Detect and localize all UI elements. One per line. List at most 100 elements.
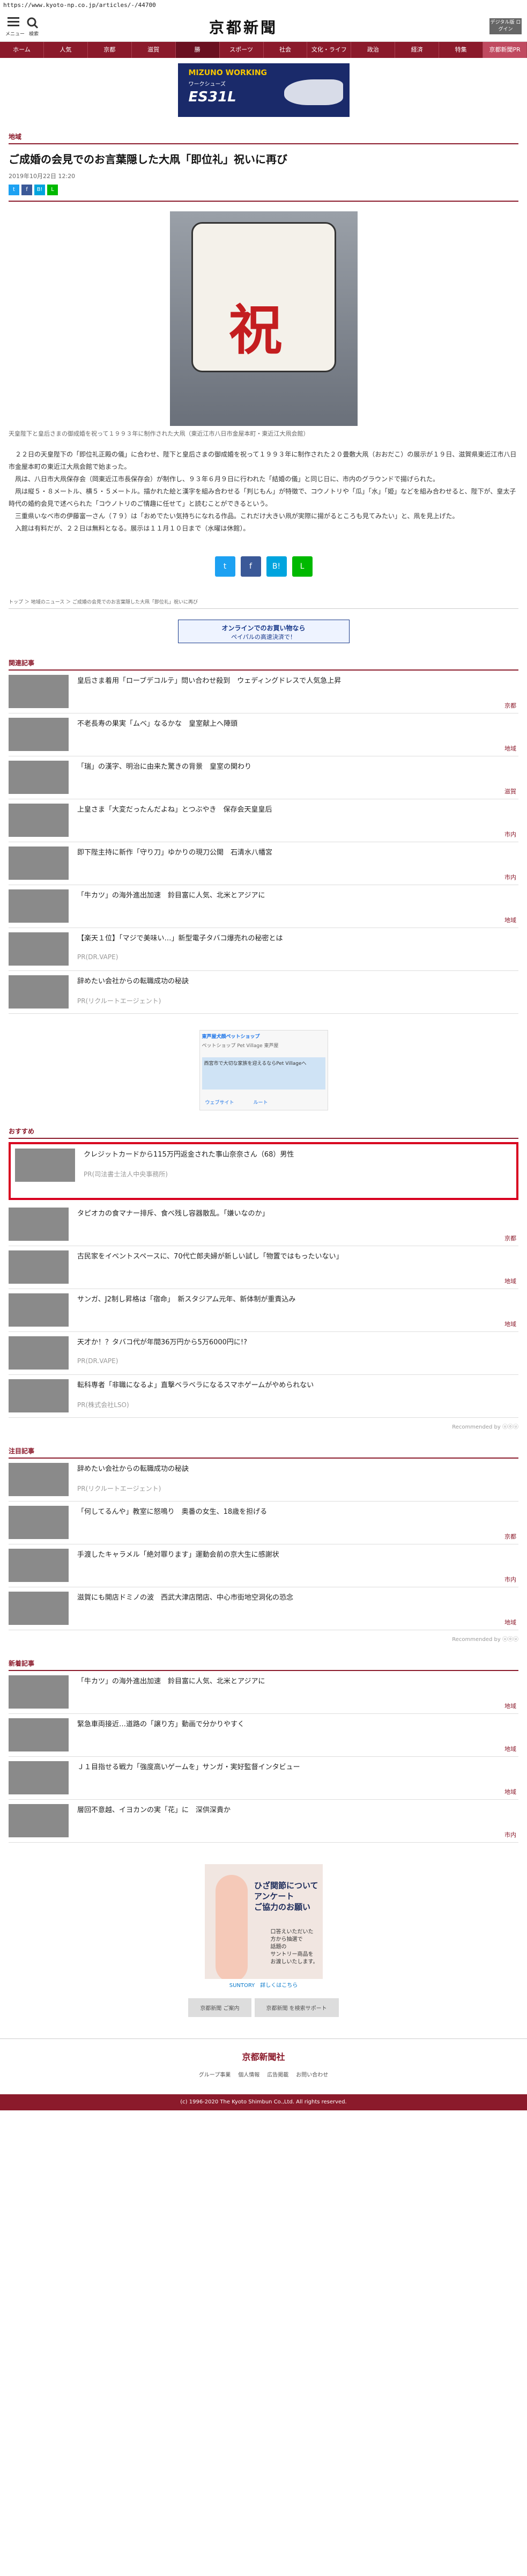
list-item[interactable]: 「何してるんや」教室に怒鳴り 奥番の女生、18歳を担げる 京都 — [9, 1502, 518, 1544]
list-item[interactable]: 天才か！？タバコ代が年間36万円から5万6000円に!? PR(DR.VAPE) — [9, 1332, 518, 1375]
facebook-icon[interactable]: f — [21, 185, 32, 195]
list-item-source: 地域 — [504, 1278, 516, 1285]
nav-item[interactable]: 経済 — [395, 42, 440, 58]
recommended-by: Recommended by ⓤⓞⓤ — [452, 1424, 518, 1430]
list-item-source: 滋賀 — [504, 788, 516, 795]
list-text: 転科専者「非職になるよ」直撃ベラベラになるスマホゲームがやめられない PR(株式会… — [77, 1379, 314, 1413]
list-item-title: 【楽天１位】「マジで美味い…」新型電子タバコ爆売れの秘密とは — [77, 934, 283, 943]
article-title: ご成婚の会見でのお言葉隠した大凧「即位礼」祝いに再び — [9, 153, 287, 166]
list-text: 皇后さま着用「ローブデコルテ」問い合わせ殺到 ウェディングドレスで人気急上昇 — [77, 675, 341, 709]
list-item[interactable]: 層回不意越、イヨカンの実「花」に 深供深貴か 市内 — [9, 1800, 518, 1843]
footer-link[interactable]: グループ事業 — [199, 2070, 231, 2078]
list-item[interactable]: 「瑞」の漢字、明治に由来た驚きの背景 皇室の関わり 滋賀 — [9, 756, 518, 799]
line-icon[interactable]: L — [47, 185, 58, 195]
support-button[interactable]: 京都新聞 を検索サポート — [254, 1998, 339, 2017]
nav-item[interactable]: 社会 — [264, 42, 308, 58]
nav-item[interactable]: 特集 — [439, 42, 484, 58]
list-item[interactable]: 転科専者「非職になるよ」直撃ベラベラになるスマホゲームがやめられない PR(株式会… — [9, 1375, 518, 1418]
twitter-icon[interactable]: t — [214, 556, 235, 577]
nav-item[interactable]: 京都新聞PR — [483, 42, 527, 58]
ad-suntory[interactable]: ひざ関節について アンケート ご協力のお願い 口答えいただいた 方から抽選で 話… — [204, 1864, 323, 1993]
list-item-title: 不老長寿の果実「ムベ」なるかな 皇室献上へ陣頭 — [77, 720, 238, 728]
footer-link[interactable]: 広告掲載 — [267, 2070, 288, 2078]
list-item[interactable]: クレジットカードから115万円返金された事山奈奈さん（68）男性 PR(司法書士法… — [9, 1142, 518, 1200]
list-text: 不老長寿の果実「ムベ」なるかな 皇室献上へ陣頭 — [77, 718, 237, 752]
list-item-title: Ｊ１目指せる戦力「強度高いゲームを」サンガ・実好監督インタビュー — [77, 1763, 300, 1771]
twitter-icon[interactable]: t — [9, 185, 19, 195]
list-item[interactable]: タピオカの食マナー排斥、食べ残し容器散乱。「嫌いなのか」 京都 — [9, 1203, 518, 1246]
list-item-source: 市内 — [504, 831, 516, 838]
hatena-icon[interactable]: B! — [266, 556, 287, 577]
digital-login-button[interactable]: デジタル版 ログイン — [489, 18, 522, 34]
list-item[interactable]: 【楽天１位】「マジで美味い…」新型電子タバコ爆売れの秘密とは PR(DR.VAPE… — [9, 928, 518, 971]
recommend-heading: おすすめ — [9, 1127, 518, 1139]
related-heading: 関連記事 — [9, 658, 518, 671]
thumbnail-image — [9, 847, 69, 880]
map-ad[interactable]: 東芦屋犬顔ペットショップ ペットショップ Pet Village 東芦屋 西宮市… — [199, 1030, 328, 1110]
article-paragraph: 凧は、八日市大凧保存会（岡東近江市長保存会）が制作し、９３年６月９日に行われた「… — [15, 475, 440, 483]
list-item[interactable]: 手渡したキャラメル「絶対罪ります」運動会前の京大生に感謝状 市内 — [9, 1544, 518, 1587]
list-item[interactable]: サンガ、J2制し昇格は「宿命」 新スタジアム元年、新体制が重責込み 地域 — [9, 1289, 518, 1332]
list-item-title: 転科専者「非職になるよ」直撃ベラベラになるスマホゲームがやめられない — [77, 1381, 314, 1389]
list-text: Ｊ１目指せる戦力「強度高いゲームを」サンガ・実好監督インタビュー — [77, 1761, 300, 1795]
site-logo[interactable]: 京都新聞 — [209, 16, 278, 38]
info-button[interactable]: 京都新聞 ご案内 — [188, 1998, 251, 2017]
list-item[interactable]: 緊急車両接近…道路の「譲り方」動画で分かりやすく 地域 — [9, 1714, 518, 1757]
list-item[interactable]: 辞めたい会社からの転職成功の秘訣 PR(リクルートエージェント) — [9, 1459, 518, 1502]
nav-item[interactable]: ホーム — [0, 42, 44, 58]
attention-list: 辞めたい会社からの転職成功の秘訣 PR(リクルートエージェント) 「何してるんや」教… — [9, 1459, 518, 1630]
line-icon[interactable]: L — [292, 556, 313, 577]
article-category: 地域 — [9, 132, 518, 144]
nav-item[interactable]: 政治 — [351, 42, 396, 58]
article-photo: 祝 — [169, 211, 358, 426]
route-button[interactable]: ルート — [254, 1099, 268, 1106]
footer-buttons: 京都新聞 ご案内 京都新聞 を検索サポート — [0, 1998, 527, 2017]
ad-line2: ペイパルの高速決済で！ — [231, 634, 296, 641]
list-item[interactable]: 辞めたい会社からの転職成功の秘訣 PR(リクルートエージェント) — [9, 971, 518, 1014]
breadcrumb[interactable]: トップ ＞ 地域のニュース ＞ ご成婚の会見でのお言葉隠した大凧「即位礼」祝いに… — [9, 598, 518, 609]
list-text: 「牛カツ」の海外進出加速 鈴目富に人気、北米とアジアに — [77, 1675, 265, 1709]
thumbnail-image — [9, 1293, 69, 1327]
footer-link[interactable]: 個人情報 — [238, 2070, 259, 2078]
nav-item[interactable]: 文化・ライフ — [307, 42, 352, 58]
thumbnail-image — [9, 932, 69, 966]
facebook-icon[interactable]: f — [240, 556, 261, 577]
thumbnail-image — [9, 1506, 69, 1539]
search-icon[interactable] — [27, 17, 39, 29]
list-item[interactable]: 上皇さま「大変だったんだよね」とつぶやき 保存会天皇皇后市内 — [9, 799, 518, 842]
new-list: 「牛カツ」の海外進出加速 鈴目富に人気、北米とアジアに 地域 緊急車両接近…道路の「… — [9, 1671, 518, 1843]
article-paragraph: 凧は縦５・８メートル、横５・５メートル。描かれた絵と漢字を組み合わせる「判じもん… — [9, 488, 516, 507]
nav-item[interactable]: スポーツ — [220, 42, 264, 58]
list-item[interactable]: 滋賀にも開店ドミノの波 西武大津店閉店、中心市街地空洞化の恐念 地域 — [9, 1587, 518, 1630]
list-item[interactable]: 不老長寿の果実「ムベ」なるかな 皇室献上へ陣頭 地域 — [9, 713, 518, 756]
nav-item[interactable]: 人気 — [44, 42, 88, 58]
list-item[interactable]: 即下陛主持に新作「守り刀」ゆかりの現刀公開 石清水八幡宮 市内 — [9, 842, 518, 885]
list-item-title: クレジットカードから115万円返金された事山奈奈さん（68）男性 — [84, 1151, 294, 1159]
menu-icon[interactable] — [8, 17, 19, 28]
list-item-title: 緊急車両接近…道路の「譲り方」動画で分かりやすく — [77, 1720, 245, 1728]
list-item[interactable]: 「牛カツ」の海外進出加速 鈴目富に人気、北米とアジアに 地域 — [9, 885, 518, 928]
list-item[interactable]: Ｊ１目指せる戦力「強度高いゲームを」サンガ・実好監督インタビュー 地域 — [9, 1757, 518, 1800]
ad-product: ES31L — [188, 89, 236, 105]
list-item-title: サンガ、J2制し昇格は「宿命」 新スタジアム元年、新体制が重責込み — [77, 1296, 296, 1304]
list-item-title: タピオカの食マナー排斥、食べ残し容器散乱。「嫌いなのか」 — [77, 1210, 269, 1218]
nav-item[interactable]: 京都 — [88, 42, 132, 58]
url-bar: https://www.kyoto-np.co.jp/articles/-/44… — [3, 2, 156, 9]
list-text: 緊急車両接近…道路の「譲り方」動画で分かりやすく — [77, 1718, 244, 1752]
ad-banner-paypal[interactable]: オンラインでのお買い物なら ペイパルの高速決済で！ — [177, 620, 350, 643]
list-text: 上皇さま「大変だったんだよね」とつぶやき 保存会天皇皇后 — [77, 804, 272, 837]
list-item-pr: PR(リクルートエージェント) — [77, 1485, 161, 1492]
footer-logo[interactable]: 京都新聞社 — [0, 2038, 527, 2063]
hatena-icon[interactable]: B! — [34, 185, 45, 195]
footer-link[interactable]: お問い合わせ — [296, 2070, 328, 2078]
article-body: ２２日の天皇陛下の「即位礼正殿の儀」に合わせ、陛下と皇后さまの御成婚を祝って１９… — [9, 448, 518, 535]
list-item[interactable]: 「牛カツ」の海外進出加速 鈴目富に人気、北米とアジアに 地域 — [9, 1671, 518, 1714]
list-item[interactable]: 皇后さま着用「ローブデコルテ」問い合わせ殺到 ウェディングドレスで人気急上昇 京都 — [9, 671, 518, 713]
list-item[interactable]: 古民家をイベントスペースに、70代亡郎夫婦が新しい試し「物置ではもったいない」地… — [9, 1246, 518, 1289]
list-item-source: 市内 — [504, 874, 516, 881]
ad-banner-mizuno[interactable]: MIZUNO WORKING ワークシューズ ES31L — [177, 63, 350, 117]
menu-label: メニュー — [5, 32, 25, 37]
nav-item[interactable]: 滋賀 — [132, 42, 176, 58]
nav-item[interactable]: 勝 — [175, 42, 220, 58]
website-button[interactable]: ウェブサイト — [205, 1099, 234, 1106]
